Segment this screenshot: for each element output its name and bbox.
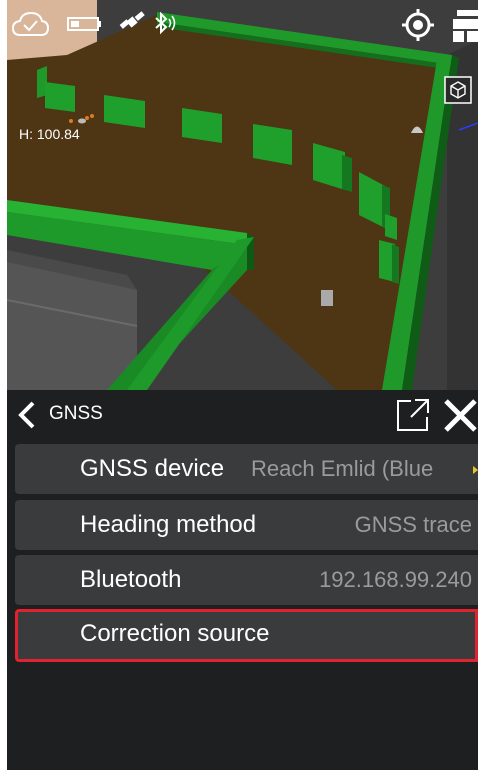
overflow-arrow-icon	[473, 466, 478, 474]
back-icon[interactable]	[13, 400, 43, 430]
close-icon[interactable]	[443, 398, 478, 433]
height-label: H: 100.84	[19, 126, 80, 142]
locate-icon[interactable]	[401, 8, 435, 47]
gnss-panel: GNSS GNSS device Reach Emlid (Blue Headi…	[7, 390, 478, 770]
row-gnss-device[interactable]: GNSS device Reach Emlid (Blue	[15, 444, 478, 494]
row-label: Bluetooth	[80, 566, 182, 593]
row-value: 192.168.99.240	[319, 567, 472, 592]
bluetooth-icon	[152, 11, 178, 40]
row-heading-method[interactable]: Heading method GNSS trace	[15, 500, 478, 550]
layers-icon[interactable]	[453, 10, 478, 47]
row-value: GNSS trace	[354, 512, 472, 537]
app-window: H: 100.84 GNSS GNSS device Reach Emlid (…	[7, 0, 478, 770]
battery-icon	[67, 16, 103, 37]
row-value: Reach Emlid (Blue	[251, 456, 434, 481]
panel-header: GNSS	[7, 390, 478, 440]
3d-scene[interactable]	[7, 0, 478, 390]
3d-cube-icon[interactable]	[444, 76, 472, 109]
panel-title: GNSS	[49, 403, 103, 424]
row-label: Heading method	[80, 511, 257, 538]
row-correction-source[interactable]: Correction source	[15, 609, 478, 662]
survey-marker	[321, 290, 333, 306]
satellite-icon	[119, 10, 145, 39]
row-bluetooth[interactable]: Bluetooth 192.168.99.240	[15, 555, 478, 605]
row-label: Correction source	[80, 620, 270, 647]
3d-viewport[interactable]: H: 100.84	[7, 0, 478, 390]
cloud-check-icon[interactable]	[11, 10, 50, 43]
open-external-icon[interactable]	[395, 397, 431, 433]
row-label: GNSS device	[80, 455, 225, 482]
